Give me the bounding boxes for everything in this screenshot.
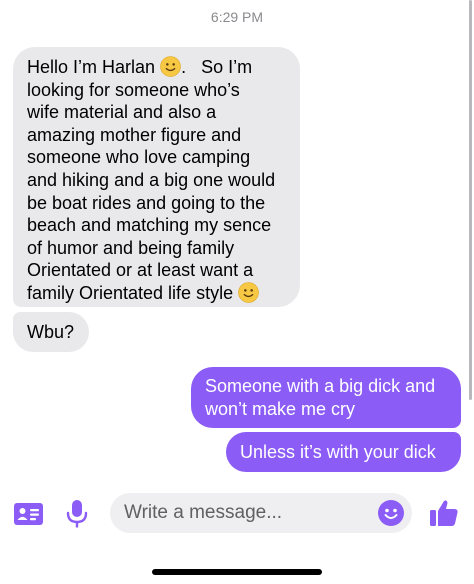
slightly-smiling-face-emoji-icon	[160, 56, 181, 77]
emoji-icon[interactable]	[378, 500, 404, 526]
microphone-icon[interactable]	[66, 500, 88, 528]
message-input-placeholder: Write a message...	[124, 502, 283, 523]
message-line: someone who love camping	[27, 147, 251, 168]
incoming-message-bubble[interactable]: Hello I’m Harlan . So I’m looking for so…	[13, 47, 300, 307]
message-line: looking for someone who’s	[27, 79, 240, 100]
message-text: Unless it’s with your dick	[240, 442, 436, 462]
message-line: Hello I’m Harlan . So I’m	[27, 56, 286, 79]
message-line: amazing mother figure and	[27, 124, 242, 145]
message-line: family Orientated life style	[27, 282, 286, 305]
message-text: Hello I’m Harlan	[27, 57, 156, 77]
home-indicator[interactable]	[152, 569, 322, 575]
thumbs-up-icon[interactable]	[429, 498, 459, 528]
message-text: Wbu?	[27, 322, 75, 342]
contact-card-icon[interactable]	[14, 503, 43, 525]
message-line: Someone with a big dick and	[205, 376, 436, 396]
outgoing-message-bubble[interactable]: Unless it’s with your dick	[226, 432, 461, 472]
message-line: Orientated or at least want a	[27, 260, 254, 281]
message-timestamp: 6:29 PM	[210, 9, 264, 25]
message-line: won’t make me cry	[205, 398, 356, 419]
message-line: and hiking and a big one would	[27, 169, 276, 190]
scrollbar[interactable]	[469, 0, 472, 400]
message-line: be boat rides and going to the	[27, 192, 266, 213]
message-input[interactable]: Write a message...	[110, 493, 412, 533]
outgoing-message-bubble[interactable]: Someone with a big dick and won’t make m…	[191, 367, 461, 428]
message-text: family Orientated life style	[27, 282, 234, 303]
slightly-smiling-face-emoji-icon	[238, 282, 259, 303]
message-text: . So I’m	[181, 57, 253, 77]
message-line: wife material and also a	[27, 102, 217, 123]
message-composer: Write a message...	[0, 488, 474, 538]
message-line: of humor and being family	[27, 237, 235, 258]
incoming-message-bubble[interactable]: Wbu?	[13, 312, 89, 352]
message-line: beach and matching my sence	[27, 215, 272, 236]
